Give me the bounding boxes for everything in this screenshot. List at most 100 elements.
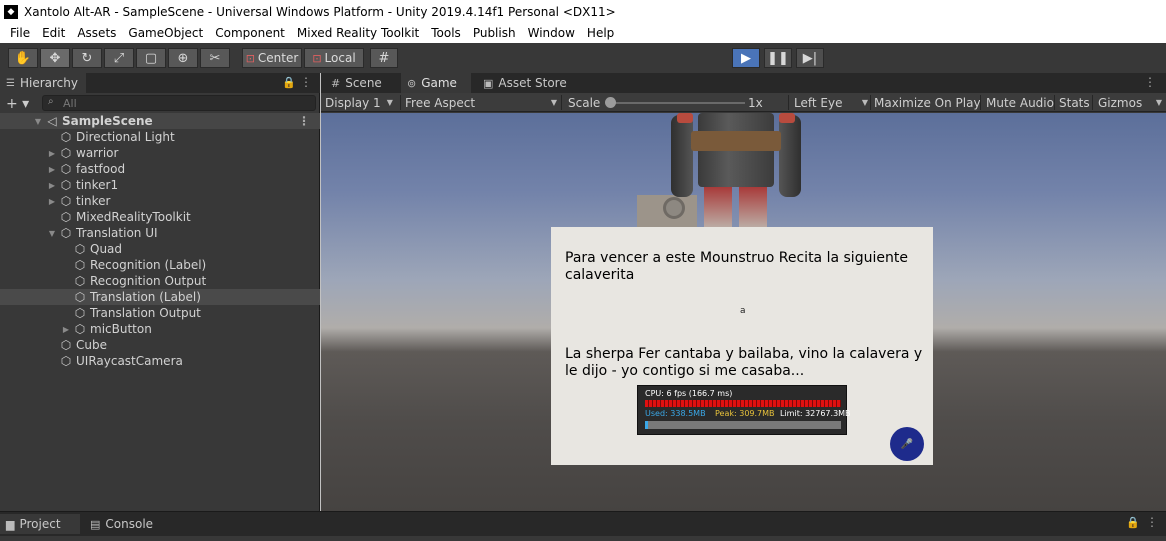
rotate-tool-button[interactable]: ↻ [72, 48, 102, 68]
menu-edit[interactable]: Edit [36, 26, 71, 40]
bottom-panel: ▆ Project ▤ Console 🔒 ⋮ [0, 511, 1166, 541]
hierarchy-item[interactable]: ▼ ⬡ Translation UI [0, 225, 320, 241]
menu-window[interactable]: Window [522, 26, 581, 40]
transform-tool-button[interactable]: ⊕ [168, 48, 198, 68]
divider [870, 95, 871, 110]
collapse-arrow-icon[interactable]: ▼ [46, 229, 58, 238]
pivot-center-button[interactable]: ⊡ Center [242, 48, 302, 68]
hierarchy-item[interactable]: ⬡ UIRaycastCamera [0, 353, 320, 369]
expand-arrow-icon[interactable]: ▶ [46, 149, 58, 158]
scene-row[interactable]: ▼ ◁ SampleScene ⋮ [0, 113, 320, 129]
step-button[interactable]: ▶| [796, 48, 824, 68]
tab-scene[interactable]: # Scene [325, 73, 399, 93]
expand-arrow-icon[interactable]: ▶ [46, 165, 58, 174]
panel-menu-icon[interactable]: ⋮ [300, 75, 312, 89]
play-button[interactable]: ▶ [732, 48, 760, 68]
space-local-button[interactable]: ⊡ Local [304, 48, 364, 68]
rect-tool-button[interactable]: ▢ [136, 48, 166, 68]
hierarchy-item-label: MixedRealityToolkit [76, 210, 191, 224]
expand-arrow-icon[interactable]: ▶ [60, 325, 72, 334]
hierarchy-item-selected[interactable]: ⬡ Translation (Label) [0, 289, 320, 305]
hierarchy-item[interactable]: ▶ ⬡ micButton [0, 321, 320, 337]
hierarchy-item-label: tinker [76, 194, 111, 208]
menu-gameobject[interactable]: GameObject [122, 26, 209, 40]
display-value: Display 1 [325, 95, 381, 110]
divider [400, 95, 401, 110]
expand-arrow-icon[interactable]: ▶ [46, 181, 58, 190]
divider [1054, 95, 1055, 110]
hierarchy-item[interactable]: ⬡ Translation Output [0, 305, 320, 321]
hierarchy-item[interactable]: ▶ ⬡ fastfood [0, 161, 320, 177]
display-dropdown[interactable]: Display 1 ▼ [325, 93, 401, 112]
divider [788, 95, 789, 110]
project-toolbar-strip [0, 536, 1166, 541]
tab-console-label: Console [105, 517, 154, 531]
hierarchy-item-label: Directional Light [76, 130, 175, 144]
panel-menu-icon[interactable]: ⋮ [1144, 75, 1156, 89]
profiler-frame-bars [645, 400, 841, 407]
lock-icon[interactable]: 🔒 [282, 76, 296, 89]
gameobject-icon: ⬡ [74, 306, 86, 320]
scene-menu-icon[interactable]: ⋮ [298, 114, 310, 128]
tab-game-label: Game [421, 76, 457, 90]
hierarchy-item[interactable]: ⬡ Recognition (Label) [0, 257, 320, 273]
eye-dropdown[interactable]: Left Eye ▼ [794, 93, 870, 112]
pause-button[interactable]: ❚❚ [764, 48, 792, 68]
dropdown-arrow-icon: ▼ [386, 98, 393, 107]
custom-tool-button[interactable]: ✂ [200, 48, 230, 68]
hierarchy-item[interactable]: ▶ ⬡ tinker1 [0, 177, 320, 193]
expand-arrow-icon[interactable]: ▼ [32, 117, 44, 126]
tab-project-label: Project [19, 517, 61, 531]
hierarchy-header: ☰ Hierarchy 🔒 ⋮ [0, 73, 320, 93]
hierarchy-item[interactable]: ⬡ MixedRealityToolkit [0, 209, 320, 225]
rect-icon: ▢ [144, 50, 158, 66]
profiler-memory-fill [645, 421, 648, 429]
tab-project[interactable]: ▆ Project [0, 514, 80, 534]
hierarchy-search-input[interactable]: ⌕ All [42, 95, 316, 111]
grid-snap-button[interactable]: # [370, 48, 398, 68]
menubar: File Edit Assets GameObject Component Mi… [0, 23, 1166, 43]
hierarchy-item[interactable]: ⬡ Recognition Output [0, 273, 320, 289]
panel-menu-icon[interactable]: ⋮ [1146, 515, 1158, 529]
hierarchy-item[interactable]: ⬡ Cube [0, 337, 320, 353]
tab-console[interactable]: ▤ Console [84, 514, 164, 534]
menu-component[interactable]: Component [209, 26, 291, 40]
aspect-dropdown[interactable]: Free Aspect ▼ [405, 93, 559, 112]
scale-tool-button[interactable]: ⤢ [104, 48, 134, 68]
tab-game[interactable]: ⊚ Game [401, 73, 471, 93]
hierarchy-item[interactable]: ⬡ Quad [0, 241, 320, 257]
expand-arrow-icon[interactable]: ▶ [46, 197, 58, 206]
menu-assets[interactable]: Assets [71, 26, 122, 40]
tab-asset-store[interactable]: ▣ Asset Store [477, 73, 577, 93]
stats-toggle[interactable]: Stats [1059, 93, 1090, 112]
tab-hierarchy[interactable]: ☰ Hierarchy [0, 73, 86, 93]
hierarchy-item[interactable]: ▶ ⬡ warrior [0, 145, 320, 161]
translation-label: La sherpa Fer cantaba y bailaba, vino la… [565, 346, 923, 379]
window-titlebar: ◆ Xantolo Alt-AR - SampleScene - Univers… [0, 0, 1166, 23]
microphone-icon: 🎤 [900, 438, 914, 450]
menu-mixed-reality-toolkit[interactable]: Mixed Reality Toolkit [291, 26, 425, 40]
scale-slider-track[interactable] [611, 102, 745, 104]
hand-tool-button[interactable]: ✋ [8, 48, 38, 68]
menu-tools[interactable]: Tools [425, 26, 467, 40]
hierarchy-item-label: Cube [76, 338, 107, 352]
menu-file[interactable]: File [4, 26, 36, 40]
menu-publish[interactable]: Publish [467, 26, 522, 40]
lock-icon[interactable]: 🔒 [1126, 516, 1140, 529]
maximize-on-play-toggle[interactable]: Maximize On Play [874, 93, 981, 112]
gameobject-icon: ⬡ [74, 258, 86, 272]
search-placeholder: All [63, 96, 77, 110]
mute-audio-toggle[interactable]: Mute Audio [986, 93, 1054, 112]
hierarchy-item[interactable]: ⬡ Directional Light [0, 129, 320, 145]
create-dropdown-button[interactable]: + ▾ [6, 96, 40, 112]
move-tool-button[interactable]: ✥ [40, 48, 70, 68]
dropdown-arrow-icon: ▼ [1155, 98, 1162, 107]
gizmos-dropdown[interactable]: Gizmos ▼ [1098, 93, 1162, 112]
game-viewport[interactable]: Para vencer a este Mounstruo Recita la s… [321, 113, 1166, 511]
mic-button[interactable]: 🎤 [890, 427, 924, 461]
menu-help[interactable]: Help [581, 26, 620, 40]
gizmos-value: Gizmos [1098, 95, 1143, 110]
profiler-peak-text: Peak: 309.7MB [715, 409, 775, 418]
hierarchy-item[interactable]: ▶ ⬡ tinker [0, 193, 320, 209]
scale-slider-thumb[interactable] [605, 97, 616, 108]
